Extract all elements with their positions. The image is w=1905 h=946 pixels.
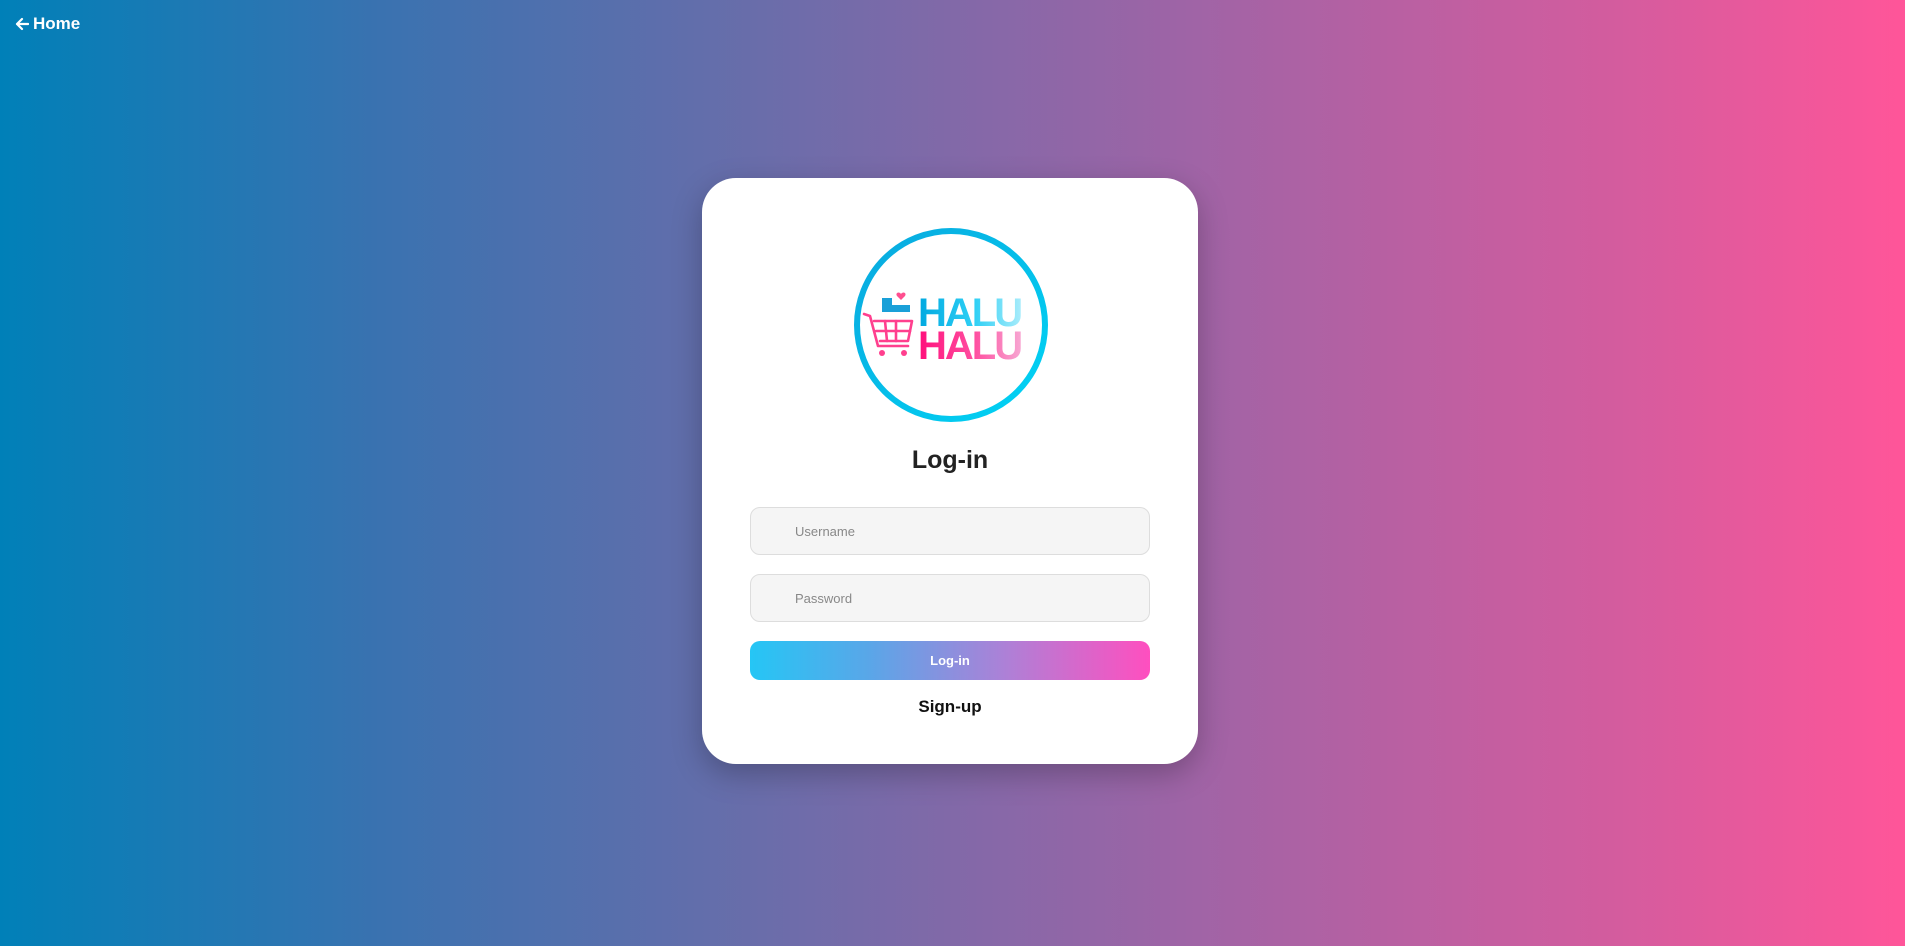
home-label: Home — [33, 14, 81, 33]
brand-logo: HALU HALU — [852, 226, 1050, 424]
login-button[interactable]: Log-in — [750, 641, 1150, 680]
password-field-wrap — [750, 574, 1150, 622]
password-input[interactable] — [751, 575, 1149, 621]
signup-link[interactable]: Sign-up — [702, 697, 1198, 717]
username-input[interactable] — [751, 508, 1149, 554]
arrow-left-icon — [15, 17, 29, 31]
page-title: Log-in — [911, 446, 989, 474]
home-link[interactable]: Home — [15, 14, 80, 34]
login-card: HALU HALU Log-in Log-in Sign-up — [702, 178, 1198, 764]
username-field-wrap — [750, 507, 1150, 555]
logo-text-bottom: HALU — [918, 324, 1021, 368]
